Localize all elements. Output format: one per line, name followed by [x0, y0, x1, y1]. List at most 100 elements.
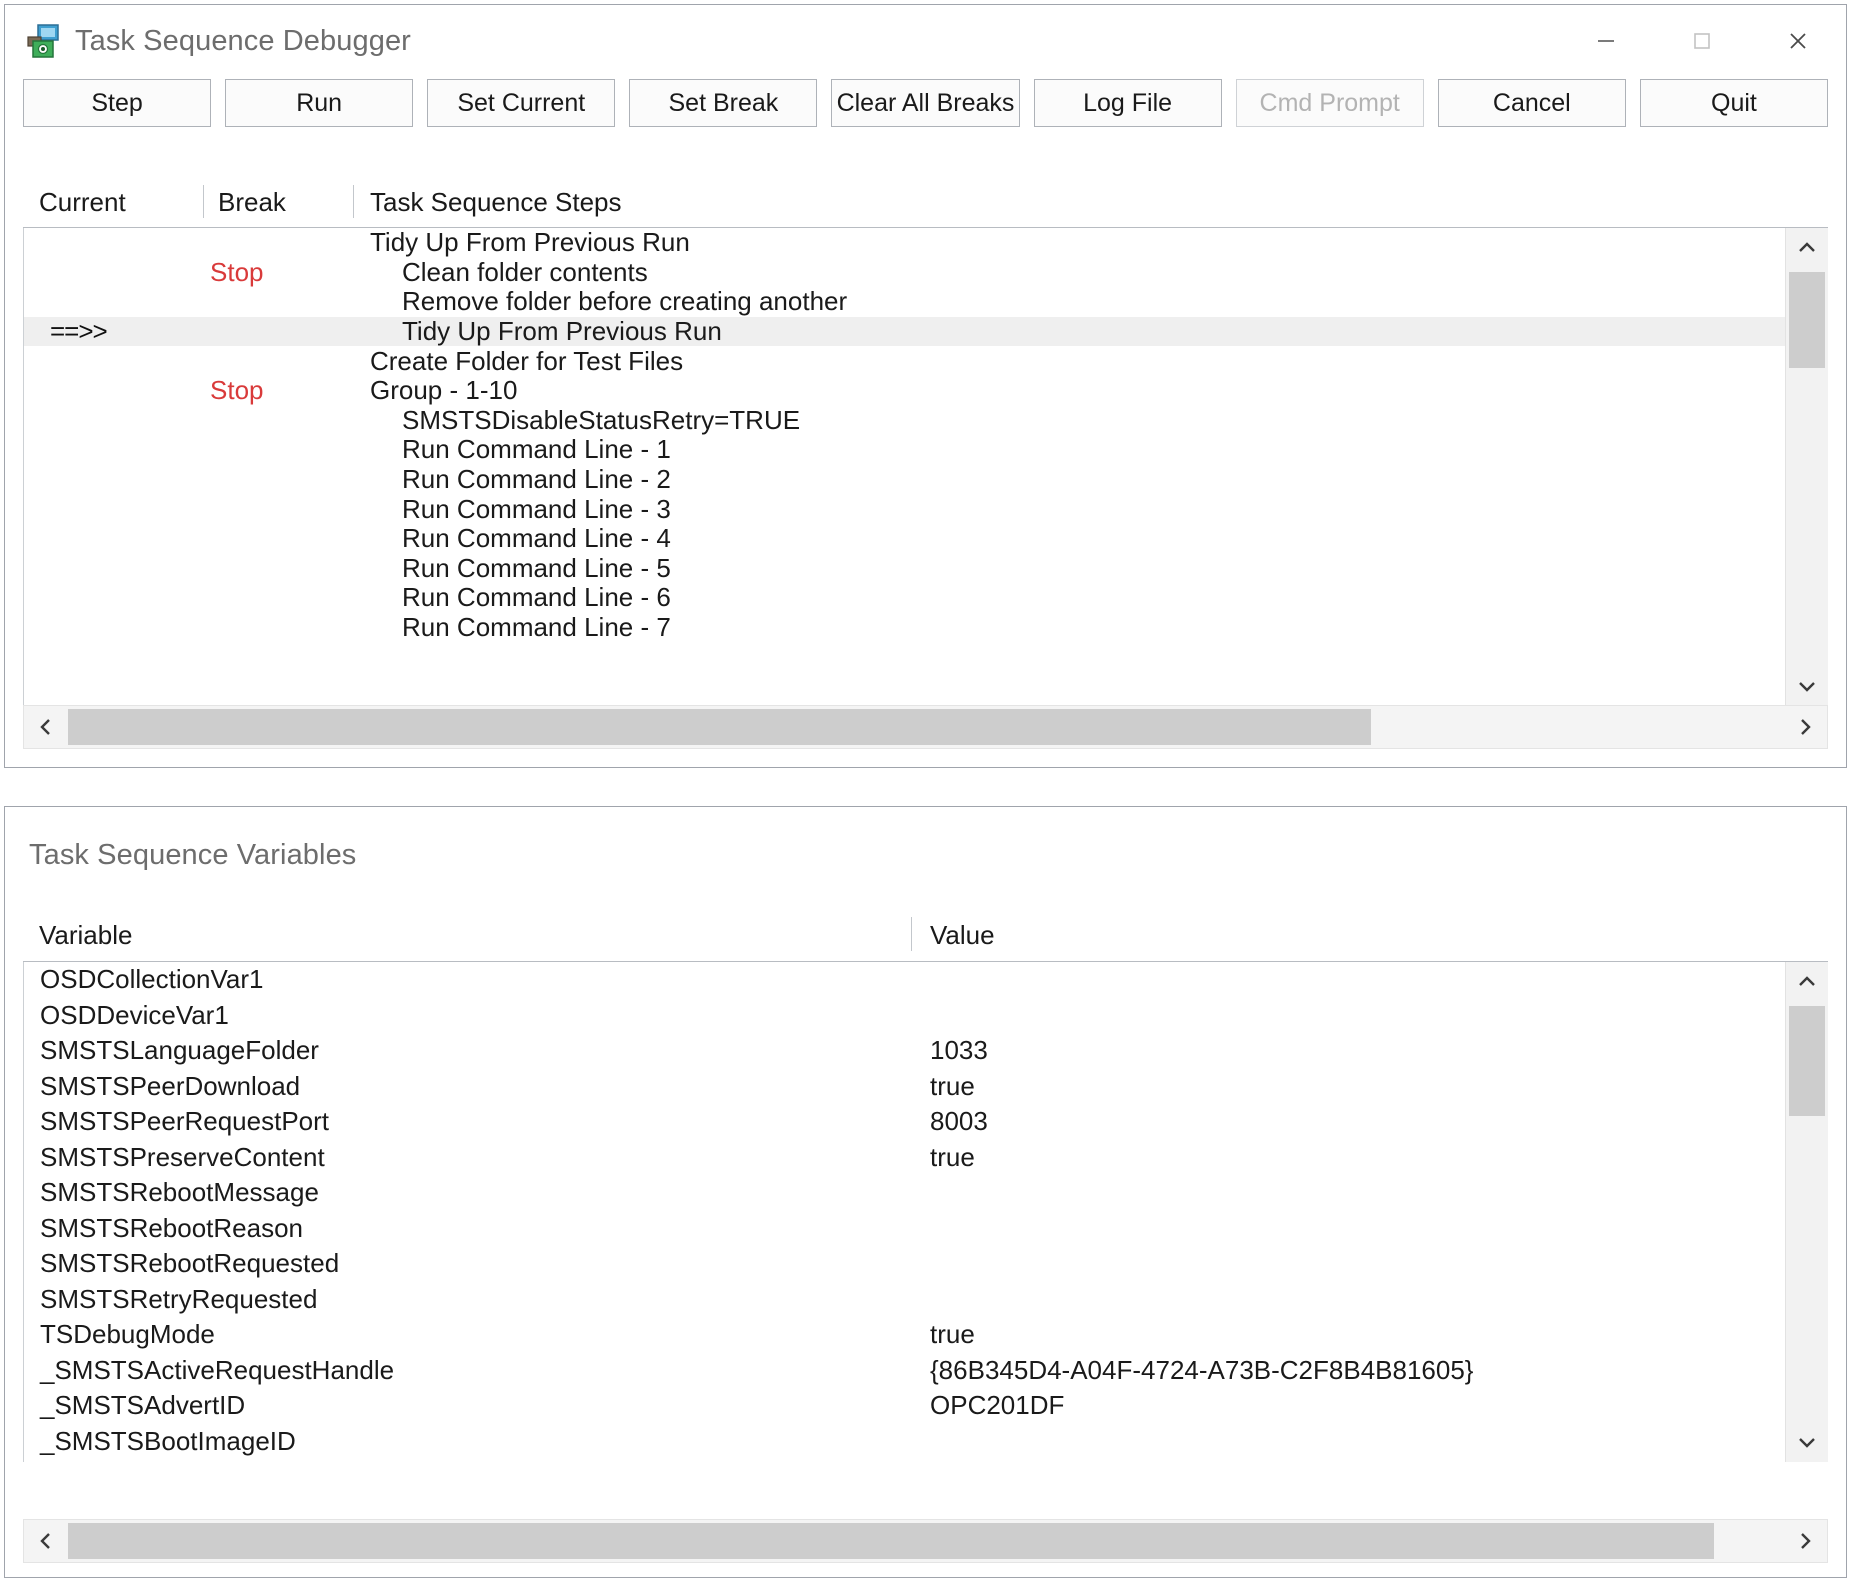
set-current-button[interactable]: Set Current [427, 79, 615, 127]
variable-value: 8003 [912, 1106, 1828, 1137]
column-header-value[interactable]: Value [911, 917, 1828, 951]
steps-list-body[interactable]: Tidy Up From Previous RunStopClean folde… [23, 228, 1828, 706]
step-name: SMSTSDisableStatusRetry=TRUE [354, 405, 1828, 436]
variable-row[interactable]: _SMSTSBootUEFItrue [24, 1459, 1828, 1462]
scroll-left-chevron-left-icon[interactable] [24, 706, 68, 748]
variable-name: SMSTSRebootMessage [24, 1177, 912, 1208]
step-button[interactable]: Step [23, 79, 211, 127]
task-sequence-debugger-icon [25, 21, 65, 61]
step-row[interactable]: StopGroup - 1-10 [24, 376, 1828, 406]
step-row[interactable]: Run Command Line - 1 [24, 435, 1828, 465]
steps-vertical-scrollbar[interactable] [1785, 228, 1828, 706]
column-header-task-sequence-steps[interactable]: Task Sequence Steps [353, 185, 1828, 218]
variables-column-headers: Variable Value [23, 917, 1828, 962]
variable-value: 1033 [912, 1035, 1828, 1066]
window-controls [1558, 5, 1846, 77]
variable-row[interactable]: SMSTSLanguageFolder1033 [24, 1033, 1828, 1069]
variables-horizontal-scrollbar[interactable] [23, 1519, 1828, 1563]
step-row[interactable]: Run Command Line - 3 [24, 494, 1828, 524]
variable-name: SMSTSPreserveContent [24, 1142, 912, 1173]
cmd-prompt-button: Cmd Prompt [1236, 79, 1424, 127]
variable-row[interactable]: SMSTSRetryRequested [24, 1282, 1828, 1318]
vars-scroll-up-chevron-up-icon[interactable] [1786, 962, 1828, 1002]
steps-scroll-thumb[interactable] [1789, 272, 1825, 368]
column-header-current[interactable]: Current [23, 185, 203, 218]
step-row[interactable]: Run Command Line - 4 [24, 524, 1828, 554]
variable-row[interactable]: _SMSTSBootImageID [24, 1424, 1828, 1460]
vars-scroll-left-chevron-left-icon[interactable] [24, 1520, 68, 1562]
variable-value: true [912, 1142, 1828, 1173]
steps-horizontal-scrollbar[interactable] [23, 705, 1828, 749]
variable-name: TSDebugMode [24, 1319, 912, 1350]
step-row[interactable]: StopClean folder contents [24, 258, 1828, 288]
column-header-break[interactable]: Break [203, 185, 353, 218]
scroll-right-chevron-right-icon[interactable] [1783, 706, 1827, 748]
variable-name: _SMSTSAdvertID [24, 1390, 912, 1421]
clear-all-breaks-button[interactable]: Clear All Breaks [831, 79, 1019, 127]
minimize-icon[interactable] [1558, 8, 1654, 74]
step-name: Tidy Up From Previous Run [354, 316, 1828, 347]
variable-name: SMSTSPeerDownload [24, 1071, 912, 1102]
scroll-up-chevron-up-icon[interactable] [1786, 228, 1828, 268]
variables-panel: Variable Value OSDCollectionVar1 OSDDevic… [23, 917, 1828, 1507]
step-row[interactable]: Run Command Line - 5 [24, 554, 1828, 584]
step-name: Run Command Line - 1 [354, 434, 1828, 465]
variable-row[interactable]: OSDDeviceVar1 [24, 998, 1828, 1034]
steps-hscroll-thumb[interactable] [68, 709, 1371, 745]
step-row[interactable]: Tidy Up From Previous Run [24, 228, 1828, 258]
cancel-button[interactable]: Cancel [1438, 79, 1626, 127]
variable-row[interactable]: OSDCollectionVar1 [24, 962, 1828, 998]
variable-value: true [912, 1319, 1828, 1350]
variable-name: OSDCollectionVar1 [24, 964, 912, 995]
steps-hscroll-track [68, 706, 1783, 748]
task-sequence-steps-panel: Current Break Task Sequence Steps Tidy U… [23, 185, 1828, 750]
vars-hscroll-thumb[interactable] [68, 1523, 1714, 1559]
step-row[interactable]: ==>> Tidy Up From Previous Run [24, 317, 1828, 347]
step-name: Group - 1-10 [354, 375, 1828, 406]
step-name: Create Folder for Test Files [354, 346, 1828, 377]
column-header-variable[interactable]: Variable [23, 917, 911, 951]
step-name: Run Command Line - 6 [354, 582, 1828, 613]
vars-scroll-right-chevron-right-icon[interactable] [1783, 1520, 1827, 1562]
variable-row[interactable]: _SMSTSAdvertIDOPC201DF [24, 1388, 1828, 1424]
variables-scroll-thumb[interactable] [1789, 1006, 1825, 1116]
run-button[interactable]: Run [225, 79, 413, 127]
variable-row[interactable]: _SMSTSActiveRequestHandle{86B345D4-A04F-… [24, 1353, 1828, 1389]
task-sequence-variables-window: Task Sequence Variables Variable Value O… [4, 806, 1847, 1578]
steps-column-headers: Current Break Task Sequence Steps [23, 185, 1828, 228]
maximize-icon[interactable] [1654, 8, 1750, 74]
variable-row[interactable]: SMSTSPeerDownloadtrue [24, 1069, 1828, 1105]
variable-value: OPC201DF [912, 1390, 1828, 1421]
step-name: Run Command Line - 4 [354, 523, 1828, 554]
step-name: Tidy Up From Previous Run [354, 228, 1828, 258]
variable-row[interactable]: SMSTSRebootRequested [24, 1246, 1828, 1282]
variables-list-body[interactable]: OSDCollectionVar1OSDDeviceVar1SMSTSLangu… [23, 962, 1828, 1462]
step-row[interactable]: Run Command Line - 2 [24, 465, 1828, 495]
step-current-marker: ==>> [24, 316, 204, 347]
quit-button[interactable]: Quit [1640, 79, 1828, 127]
step-row[interactable]: SMSTSDisableStatusRetry=TRUE [24, 406, 1828, 436]
set-break-button[interactable]: Set Break [629, 79, 817, 127]
variable-name: _SMSTSActiveRequestHandle [24, 1355, 912, 1386]
step-row[interactable]: Run Command Line - 6 [24, 583, 1828, 613]
variables-vertical-scrollbar[interactable] [1785, 962, 1828, 1462]
step-name: Run Command Line - 7 [354, 612, 1828, 643]
step-row[interactable]: Remove folder before creating another [24, 287, 1828, 317]
close-icon[interactable] [1750, 8, 1846, 74]
scroll-down-chevron-down-icon[interactable] [1786, 666, 1828, 706]
vars-scroll-down-chevron-down-icon[interactable] [1786, 1422, 1828, 1462]
variable-name: OSDDeviceVar1 [24, 1000, 912, 1031]
variable-row[interactable]: SMSTSPreserveContenttrue [24, 1140, 1828, 1176]
variable-row[interactable]: SMSTSRebootMessage [24, 1175, 1828, 1211]
variable-row[interactable]: TSDebugModetrue [24, 1317, 1828, 1353]
variable-row[interactable]: SMSTSPeerRequestPort8003 [24, 1104, 1828, 1140]
task-sequence-debugger-window: Task Sequence Debugger StepRunSet Curren… [4, 4, 1847, 768]
variable-name: SMSTSLanguageFolder [24, 1035, 912, 1066]
step-row[interactable]: Create Folder for Test Files [24, 346, 1828, 376]
variable-value: true [912, 1461, 1828, 1462]
log-file-button[interactable]: Log File [1034, 79, 1222, 127]
step-name: Run Command Line - 2 [354, 464, 1828, 495]
step-break-marker: Stop [204, 375, 354, 406]
variable-row[interactable]: SMSTSRebootReason [24, 1211, 1828, 1247]
step-row[interactable]: Run Command Line - 7 [24, 613, 1828, 643]
